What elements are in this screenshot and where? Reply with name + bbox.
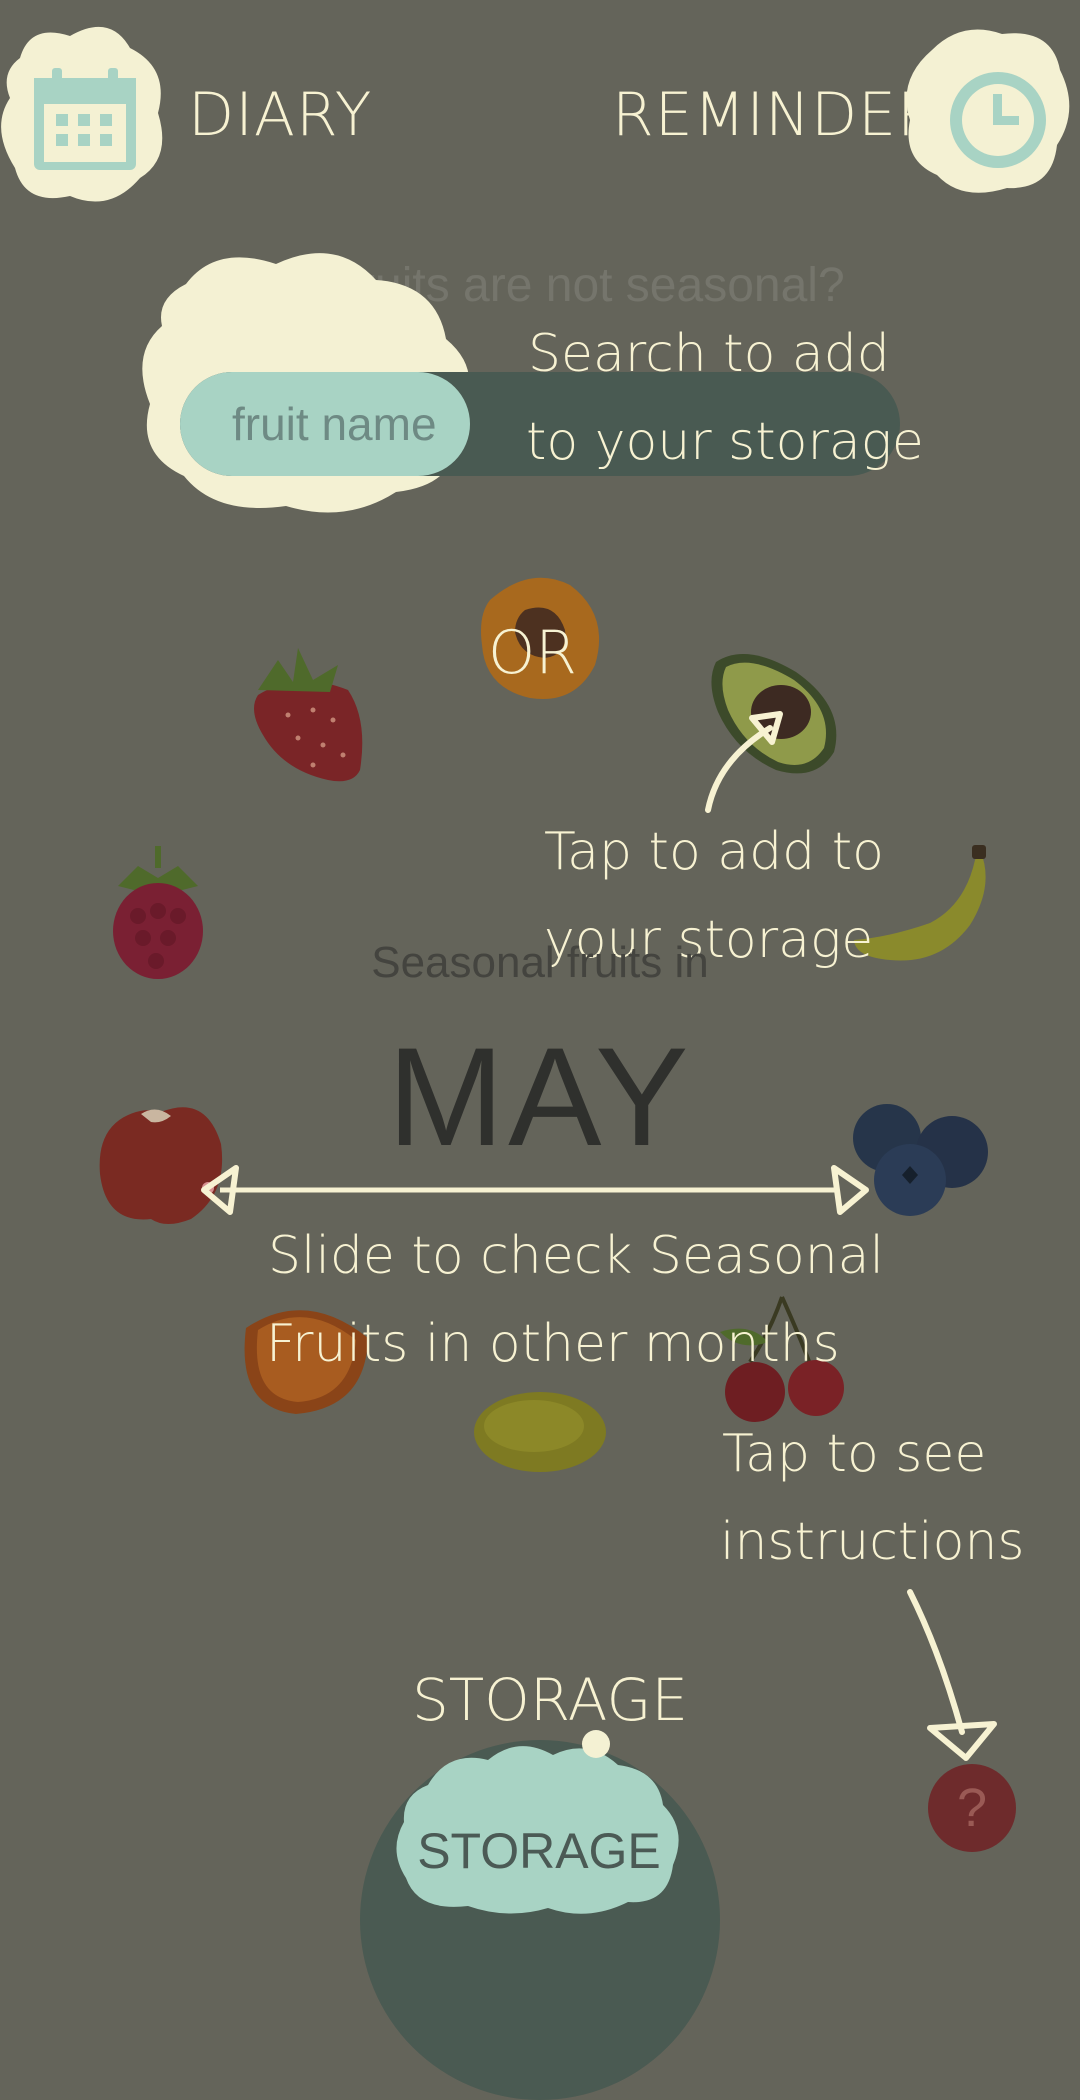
diary-button[interactable]: DIARY xyxy=(0,18,371,208)
reminder-button[interactable]: REMINDER xyxy=(600,18,1080,208)
diary-label: DIARY xyxy=(188,80,373,150)
clock-icon xyxy=(950,72,1046,168)
reminder-label: REMINDER xyxy=(612,80,940,150)
tap-arrow-icon xyxy=(705,711,783,813)
storage-button[interactable]: STORAGE xyxy=(388,1730,690,1920)
slide-arrows-icon xyxy=(201,1165,869,1215)
search-hint-line2: to your storage xyxy=(526,412,924,472)
month-title[interactable]: MAY xyxy=(0,1016,1080,1178)
seasonal-heading: Seasonal fruits in xyxy=(371,938,709,987)
calendar-icon xyxy=(34,68,136,170)
tap-hint-line1: Tap to add to xyxy=(544,822,884,882)
fruit-search-input[interactable] xyxy=(180,372,470,476)
slide-hint-line2: Fruits in other months xyxy=(266,1314,840,1374)
slide-hint-line1: Slide to check Seasonal xyxy=(268,1226,884,1286)
storage-button-label: STORAGE xyxy=(417,1823,661,1879)
help-button[interactable]: ? xyxy=(928,1764,1016,1852)
lemon-fruit[interactable] xyxy=(472,1388,608,1476)
strawberry-fruit[interactable] xyxy=(238,640,373,785)
help-hint-line2: instructions xyxy=(720,1512,1025,1572)
help-hint-line1: Tap to see xyxy=(722,1424,987,1484)
search-hint-line1: Search to add xyxy=(528,324,890,384)
storage-title: STORAGE xyxy=(411,1666,689,1734)
or-label: OR xyxy=(488,618,577,688)
